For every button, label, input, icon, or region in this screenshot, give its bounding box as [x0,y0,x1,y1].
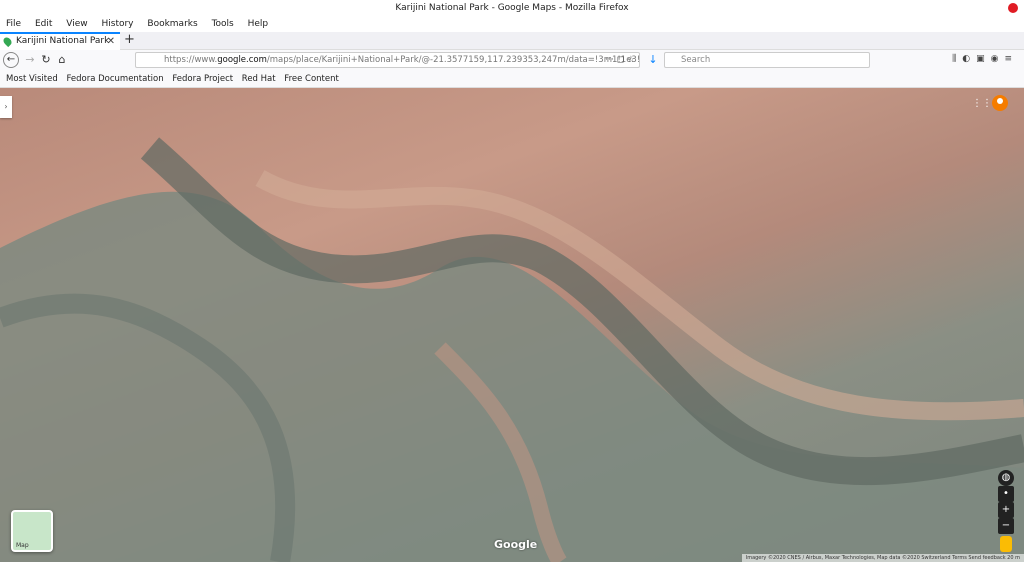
menu-bar: File Edit View History Bookmarks Tools H… [0,16,1024,32]
side-panel-toggle[interactable]: › [0,96,12,118]
url-prefix: https://www. [164,55,218,65]
globe-icon[interactable]: ◍ [998,470,1014,486]
downloads-icon[interactable]: ↓ [645,52,661,68]
google-logo: Google [494,538,538,551]
bookmark-free-content[interactable]: Free Content [284,74,339,84]
url-bar[interactable]: https://www.google.com/maps/place/Kariji… [135,52,640,68]
map-layer-toggle[interactable]: Map [11,510,53,552]
menu-tools[interactable]: Tools [212,16,234,32]
window-titlebar: Karijini National Park - Google Maps - M… [0,0,1024,16]
tab-label: Karijini National Park [16,36,110,46]
pegman-icon[interactable] [1000,536,1012,552]
search-bar[interactable]: Search [664,52,870,68]
apps-grid-icon[interactable]: ⋮⋮⋮ [972,98,1002,109]
bookmark-most-visited[interactable]: Most Visited [6,74,58,84]
terrain-texture [0,137,1024,562]
tab-bar: Karijini National Park ✕ + [0,32,1024,50]
home-button[interactable]: ⌂ [54,52,70,68]
toolbar-icons[interactable]: ⫼◐▣◉≡ [952,54,1018,64]
menu-edit[interactable]: Edit [35,16,52,32]
map-layer-label: Map [16,542,29,549]
menu-view[interactable]: View [66,16,87,32]
tab-karijini[interactable]: Karijini National Park ✕ [0,32,120,50]
account-avatar[interactable] [992,95,1008,111]
close-tab-icon[interactable]: ✕ [107,34,115,49]
satellite-map[interactable]: › ⋮⋮⋮ Map Google ◍ • + − Imagery ©2020 C… [0,88,1024,562]
reload-button[interactable]: ↻ [38,52,54,68]
close-window-button[interactable] [1008,3,1018,13]
bookmark-fedora-documentation[interactable]: Fedora Documentation [66,74,163,84]
search-placeholder: Search [681,55,711,65]
navigation-bar: ← → ↻ ⌂ https://www.google.com/maps/plac… [0,50,1024,70]
url-rest: /maps/place/Karijini+National+Park/@-21.… [266,55,640,65]
compass-icon[interactable]: • [998,486,1014,502]
maps-pin-icon [1,35,14,48]
url-host: google.com [217,55,267,65]
bookmark-fedora-project[interactable]: Fedora Project [172,74,233,84]
zoom-out-button[interactable]: − [998,518,1014,534]
menu-bookmarks[interactable]: Bookmarks [147,16,197,32]
menu-history[interactable]: History [101,16,133,32]
new-tab-button[interactable]: + [124,32,135,48]
map-attribution[interactable]: Imagery ©2020 CNES / Airbus, Maxar Techn… [741,554,1024,562]
menu-file[interactable]: File [6,16,21,32]
forward-button[interactable]: → [22,52,38,68]
bookmarks-toolbar: Most Visited Fedora Documentation Fedora… [0,70,1024,88]
page-actions-icon[interactable]: ··· ◻ ☆ [605,53,635,67]
menu-help[interactable]: Help [248,16,269,32]
window-title: Karijini National Park - Google Maps - M… [395,3,629,13]
zoom-in-button[interactable]: + [998,502,1014,518]
back-button[interactable]: ← [3,52,19,68]
bookmark-red-hat[interactable]: Red Hat [242,74,276,84]
